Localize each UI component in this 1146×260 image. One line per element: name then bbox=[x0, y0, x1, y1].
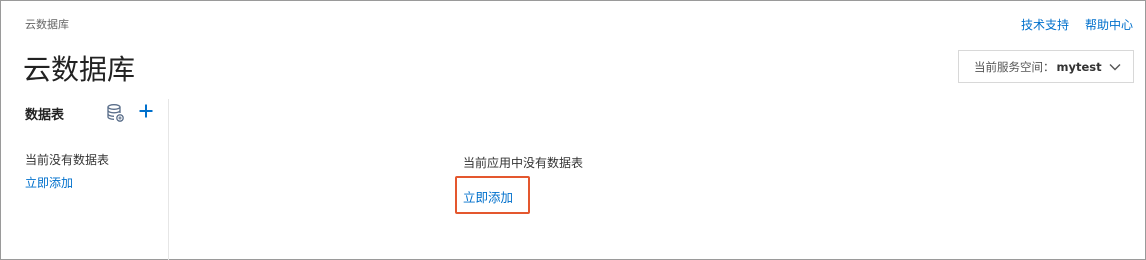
service-space-value: mytest bbox=[1056, 59, 1102, 74]
service-space-label: 当前服务空间： bbox=[974, 59, 1055, 74]
top-links: 技术支持 帮助中心 bbox=[1021, 16, 1133, 33]
sidebar-title: 数据表 bbox=[25, 108, 65, 123]
tech-support-link[interactable]: 技术支持 bbox=[1021, 16, 1069, 33]
sidebar-empty-text: 当前没有数据表 bbox=[25, 153, 110, 167]
database-icon[interactable] bbox=[105, 103, 125, 127]
help-center-link[interactable]: 帮助中心 bbox=[1085, 16, 1133, 33]
empty-state-text: 当前应用中没有数据表 bbox=[463, 156, 584, 170]
chevron-down-icon bbox=[1108, 60, 1122, 77]
app-window: 云数据库 技术支持 帮助中心 云数据库 当前服务空间： mytest 数据表 当… bbox=[0, 0, 1146, 260]
plus-icon[interactable] bbox=[137, 102, 155, 124]
page-title: 云数据库 bbox=[23, 53, 136, 86]
service-space-select[interactable]: 当前服务空间： mytest bbox=[958, 50, 1134, 83]
sidebar-add-link[interactable]: 立即添加 bbox=[25, 174, 73, 191]
add-table-link[interactable]: 立即添加 bbox=[463, 187, 513, 206]
sidebar: 数据表 当前没有数据表 立即添加 bbox=[1, 99, 169, 260]
breadcrumb: 云数据库 bbox=[25, 18, 69, 31]
